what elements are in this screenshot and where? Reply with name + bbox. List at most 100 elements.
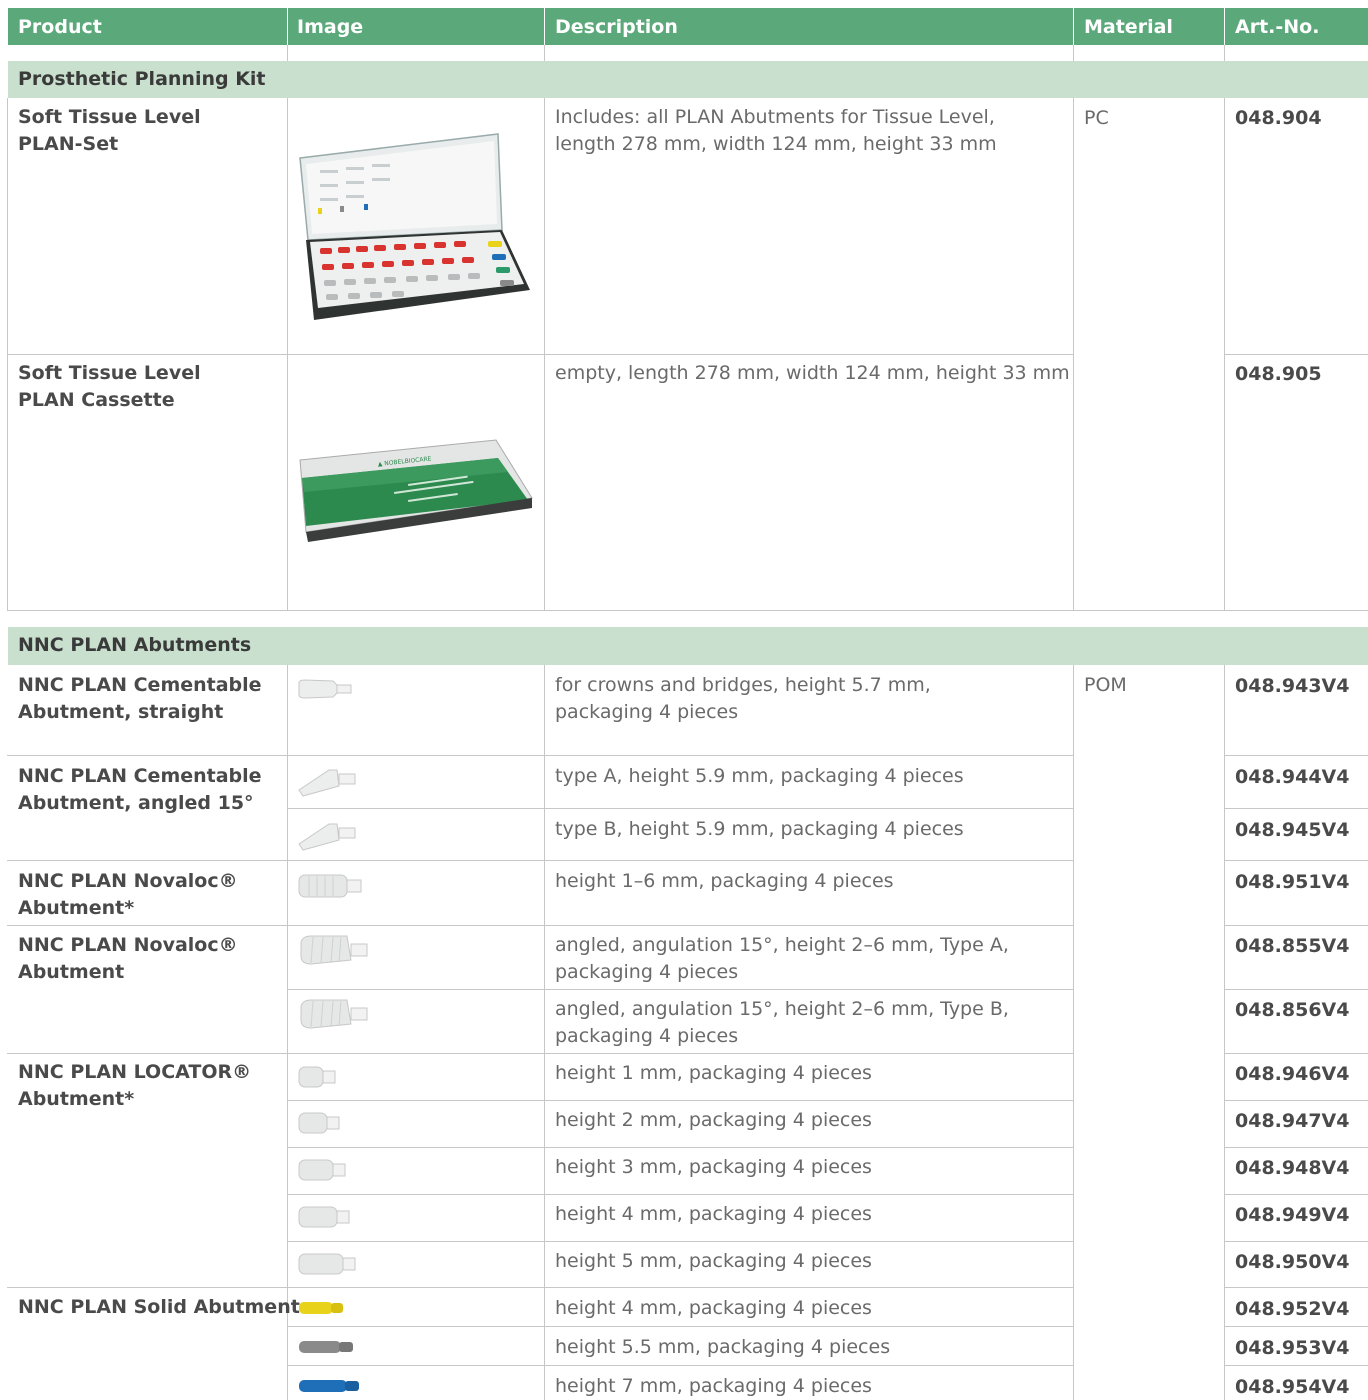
article-number: 048.945V4 — [1235, 819, 1350, 841]
plan-cassette-photo: ▲ NOBELBIOCARE — [298, 438, 534, 548]
product-description: height 5.5 mm, packaging 4 pieces — [555, 1336, 891, 1358]
row-divider — [1224, 354, 1368, 355]
cementable-angled-abutment-image — [297, 820, 361, 858]
article-number: 048.951V4 — [1235, 871, 1350, 893]
article-number: 048.856V4 — [1235, 999, 1350, 1021]
row-divider — [287, 1326, 1073, 1327]
product-description: empty, length 278 mm, width 124 mm, heig… — [555, 362, 1070, 384]
product-description: height 7 mm, packaging 4 pieces — [555, 1375, 872, 1397]
material-value: PC — [1084, 107, 1109, 129]
row-divider — [1224, 1147, 1368, 1148]
section-title: Prosthetic Planning Kit — [18, 68, 266, 90]
product-description: height 4 mm, packaging 4 pieces — [555, 1203, 872, 1225]
locator-abutment-image — [297, 1157, 351, 1187]
product-description: angled, angulation 15°, height 2–6 mm, T… — [555, 998, 1009, 1047]
column-divider — [287, 665, 288, 1400]
material-value: POM — [1084, 674, 1127, 696]
article-number: 048.943V4 — [1235, 675, 1350, 697]
product-description: height 1 mm, packaging 4 pieces — [555, 1062, 872, 1084]
row-divider — [1224, 1287, 1368, 1288]
article-number: 048.904 — [1235, 107, 1322, 129]
novaloc-angled-abutment-image — [297, 998, 371, 1034]
row-divider — [7, 610, 1368, 611]
article-number: 048.950V4 — [1235, 1251, 1350, 1273]
column-divider — [287, 45, 288, 61]
product-description: for crowns and bridges, height 5.7 mm, pa… — [555, 674, 931, 723]
product-description: Includes: all PLAN Abutments for Tissue … — [555, 106, 997, 155]
row-divider — [1224, 925, 1368, 926]
row-divider — [7, 354, 1073, 355]
header-art-no: Art.-No. — [1235, 16, 1320, 38]
product-name: NNC PLAN Novaloc® Abutment* — [18, 870, 238, 919]
header-product: Product — [18, 16, 102, 38]
column-divider — [1073, 45, 1074, 61]
locator-abutment-image — [297, 1110, 347, 1140]
column-divider — [1073, 98, 1074, 611]
article-number: 048.948V4 — [1235, 1157, 1350, 1179]
product-description: type B, height 5.9 mm, packaging 4 piece… — [555, 818, 964, 840]
product-description: height 4 mm, packaging 4 pieces — [555, 1297, 872, 1319]
solid-abutment-yellow-image — [297, 1298, 347, 1322]
header-divider — [544, 8, 545, 45]
product-name: NNC PLAN Novaloc® Abutment — [18, 934, 238, 983]
row-divider — [1224, 989, 1368, 990]
row-divider — [7, 1053, 1073, 1054]
section-title: NNC PLAN Abutments — [18, 634, 252, 656]
product-description: height 2 mm, packaging 4 pieces — [555, 1109, 872, 1131]
article-number: 048.855V4 — [1235, 935, 1350, 957]
novaloc-angled-abutment-image — [297, 934, 371, 970]
row-divider — [1224, 1241, 1368, 1242]
row-divider — [287, 1147, 1073, 1148]
row-divider — [1224, 808, 1368, 809]
row-divider — [287, 808, 1073, 809]
row-divider — [287, 989, 1073, 990]
novaloc-abutment-image — [297, 872, 367, 904]
article-number: 048.954V4 — [1235, 1376, 1350, 1398]
row-divider — [287, 1194, 1073, 1195]
article-number: 048.953V4 — [1235, 1337, 1350, 1359]
article-number: 048.944V4 — [1235, 766, 1350, 788]
row-divider — [1224, 860, 1368, 861]
column-divider — [1224, 45, 1225, 61]
product-name: Soft Tissue Level PLAN Cassette — [18, 362, 201, 411]
column-divider — [544, 45, 545, 61]
locator-abutment-image — [297, 1251, 361, 1281]
article-number: 048.905 — [1235, 363, 1322, 385]
solid-abutment-grey-image — [297, 1337, 357, 1361]
header-image: Image — [297, 16, 364, 38]
product-name: NNC PLAN Cementable Abutment, straight — [18, 674, 262, 723]
row-divider — [1224, 755, 1368, 756]
solid-abutment-blue-image — [297, 1376, 365, 1400]
header-description: Description — [555, 16, 678, 38]
article-number: 048.952V4 — [1235, 1298, 1350, 1320]
row-divider — [7, 925, 1073, 926]
product-name: Soft Tissue Level PLAN-Set — [18, 106, 201, 155]
locator-abutment-image — [297, 1204, 355, 1234]
column-divider — [544, 665, 545, 1400]
row-divider — [7, 1287, 1073, 1288]
product-description: height 1–6 mm, packaging 4 pieces — [555, 870, 894, 892]
row-divider — [1224, 1326, 1368, 1327]
plan-set-kit-photo — [298, 130, 534, 329]
row-divider — [1224, 1365, 1368, 1366]
column-divider — [1224, 665, 1225, 1400]
article-number: 048.949V4 — [1235, 1204, 1350, 1226]
article-number: 048.947V4 — [1235, 1110, 1350, 1132]
column-divider — [1073, 665, 1074, 1400]
product-name: NNC PLAN LOCATOR® Abutment* — [18, 1061, 252, 1110]
row-divider — [7, 860, 1073, 861]
product-name: NNC PLAN Solid Abutment — [18, 1296, 300, 1318]
cementable-straight-abutment-image — [297, 677, 357, 705]
header-divider — [1073, 8, 1074, 45]
locator-abutment-image — [297, 1064, 341, 1094]
header-divider — [287, 8, 288, 45]
product-description: angled, angulation 15°, height 2–6 mm, T… — [555, 934, 1009, 983]
product-name: NNC PLAN Cementable Abutment, angled 15° — [18, 765, 262, 814]
row-divider — [287, 1100, 1073, 1101]
cementable-angled-abutment-image — [297, 766, 361, 804]
row-divider — [1224, 1100, 1368, 1101]
header-material: Material — [1084, 16, 1173, 38]
row-divider — [7, 755, 1073, 756]
row-divider — [287, 1241, 1073, 1242]
product-description: height 5 mm, packaging 4 pieces — [555, 1250, 872, 1272]
